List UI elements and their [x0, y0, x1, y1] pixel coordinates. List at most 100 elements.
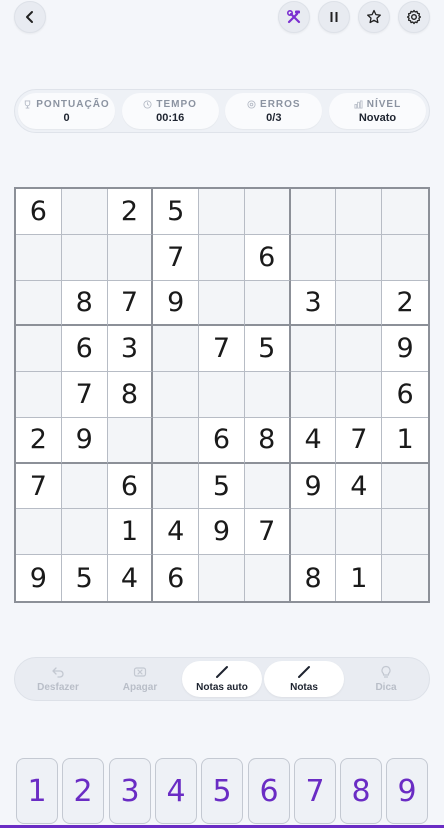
number-key-7[interactable]: 7 [294, 758, 336, 824]
sudoku-cell[interactable] [199, 372, 245, 418]
sudoku-cell[interactable] [382, 234, 428, 281]
sudoku-cell[interactable]: 3 [290, 280, 337, 327]
number-key-2[interactable]: 2 [62, 758, 104, 824]
sudoku-cell[interactable] [290, 509, 337, 556]
sudoku-cell[interactable] [382, 463, 428, 510]
sudoku-cell[interactable]: 7 [16, 463, 62, 510]
sudoku-cell[interactable] [244, 280, 291, 327]
sudoku-cell[interactable]: 5 [153, 189, 200, 235]
sudoku-cell[interactable]: 1 [336, 555, 383, 601]
sudoku-cell[interactable]: 9 [61, 417, 108, 464]
number-key-8[interactable]: 8 [340, 758, 382, 824]
sudoku-cell[interactable]: 7 [153, 234, 200, 281]
sudoku-cell[interactable] [336, 280, 383, 327]
sudoku-cell[interactable]: 6 [107, 463, 154, 510]
sudoku-cell[interactable] [199, 280, 245, 327]
sudoku-cell[interactable]: 9 [153, 280, 200, 327]
sudoku-cell[interactable]: 7 [107, 280, 154, 327]
sudoku-cell[interactable]: 6 [244, 234, 291, 281]
favorite-button[interactable] [358, 1, 390, 33]
sudoku-cell[interactable] [382, 509, 428, 556]
number-key-1[interactable]: 1 [16, 758, 58, 824]
sudoku-cell[interactable]: 5 [199, 463, 245, 510]
sudoku-cell[interactable]: 2 [107, 189, 154, 235]
sudoku-cell[interactable] [199, 555, 245, 601]
undo-button[interactable]: Desfazer [18, 661, 98, 697]
sudoku-cell[interactable] [16, 234, 62, 281]
sudoku-cell[interactable] [336, 234, 383, 281]
sudoku-cell[interactable] [244, 463, 291, 510]
sudoku-cell[interactable] [153, 372, 200, 418]
erase-button[interactable]: Apagar [100, 661, 180, 697]
sudoku-cell[interactable]: 9 [290, 463, 337, 510]
sudoku-cell[interactable]: 8 [290, 555, 337, 601]
sudoku-cell[interactable]: 2 [16, 417, 62, 464]
settings-button[interactable] [398, 1, 430, 33]
tools-button[interactable] [278, 1, 310, 33]
sudoku-cell[interactable] [290, 372, 337, 418]
sudoku-cell[interactable]: 8 [244, 417, 291, 464]
sudoku-cell[interactable] [107, 234, 154, 281]
number-key-9[interactable]: 9 [386, 758, 428, 824]
sudoku-cell[interactable]: 7 [336, 417, 383, 464]
sudoku-cell[interactable]: 4 [153, 509, 200, 556]
sudoku-cell[interactable]: 1 [107, 509, 154, 556]
sudoku-cell[interactable] [336, 326, 383, 373]
sudoku-cell[interactable]: 5 [61, 555, 108, 601]
sudoku-cell[interactable] [61, 509, 108, 556]
sudoku-cell[interactable] [336, 509, 383, 556]
number-key-4[interactable]: 4 [155, 758, 197, 824]
notes-button[interactable]: Notas [264, 661, 344, 697]
sudoku-cell[interactable]: 6 [199, 417, 245, 464]
sudoku-cell[interactable] [61, 463, 108, 510]
sudoku-cell[interactable] [107, 417, 154, 464]
sudoku-cell[interactable]: 4 [290, 417, 337, 464]
sudoku-cell[interactable] [244, 189, 291, 235]
sudoku-cell[interactable]: 6 [382, 372, 428, 418]
sudoku-cell[interactable]: 4 [336, 463, 383, 510]
back-button[interactable] [14, 1, 46, 33]
sudoku-cell[interactable]: 6 [16, 189, 62, 235]
auto-notes-button[interactable]: Notas auto [182, 661, 262, 697]
sudoku-cell[interactable] [336, 372, 383, 418]
sudoku-cell[interactable]: 2 [382, 280, 428, 327]
sudoku-cell[interactable]: 9 [199, 509, 245, 556]
sudoku-cell[interactable]: 7 [61, 372, 108, 418]
sudoku-cell[interactable] [16, 509, 62, 556]
sudoku-cell[interactable] [382, 189, 428, 235]
sudoku-cell[interactable]: 7 [244, 509, 291, 556]
sudoku-cell[interactable]: 7 [199, 326, 245, 373]
sudoku-cell[interactable] [244, 372, 291, 418]
sudoku-cell[interactable] [61, 234, 108, 281]
sudoku-cell[interactable]: 3 [107, 326, 154, 373]
number-key-6[interactable]: 6 [248, 758, 290, 824]
number-key-5[interactable]: 5 [201, 758, 243, 824]
sudoku-cell[interactable] [16, 326, 62, 373]
sudoku-cell[interactable] [382, 555, 428, 601]
sudoku-cell[interactable] [244, 555, 291, 601]
number-key-3[interactable]: 3 [109, 758, 151, 824]
sudoku-cell[interactable]: 9 [16, 555, 62, 601]
sudoku-cell[interactable] [290, 189, 337, 235]
hint-button[interactable]: Dica [346, 661, 426, 697]
sudoku-cell[interactable] [153, 463, 200, 510]
sudoku-cell[interactable]: 5 [244, 326, 291, 373]
sudoku-cell[interactable] [153, 326, 200, 373]
sudoku-cell[interactable] [199, 234, 245, 281]
sudoku-cell[interactable]: 4 [107, 555, 154, 601]
sudoku-cell[interactable] [290, 326, 337, 373]
pause-button[interactable] [318, 1, 350, 33]
sudoku-cell[interactable]: 8 [61, 280, 108, 327]
sudoku-cell[interactable] [290, 234, 337, 281]
sudoku-cell[interactable]: 8 [107, 372, 154, 418]
sudoku-cell[interactable] [199, 189, 245, 235]
sudoku-cell[interactable]: 9 [382, 326, 428, 373]
sudoku-cell[interactable]: 6 [61, 326, 108, 373]
sudoku-cell[interactable]: 6 [153, 555, 200, 601]
sudoku-cell[interactable] [61, 189, 108, 235]
sudoku-cell[interactable] [16, 372, 62, 418]
sudoku-cell[interactable] [336, 189, 383, 235]
sudoku-cell[interactable] [153, 417, 200, 464]
sudoku-cell[interactable]: 1 [382, 417, 428, 464]
sudoku-cell[interactable] [16, 280, 62, 327]
